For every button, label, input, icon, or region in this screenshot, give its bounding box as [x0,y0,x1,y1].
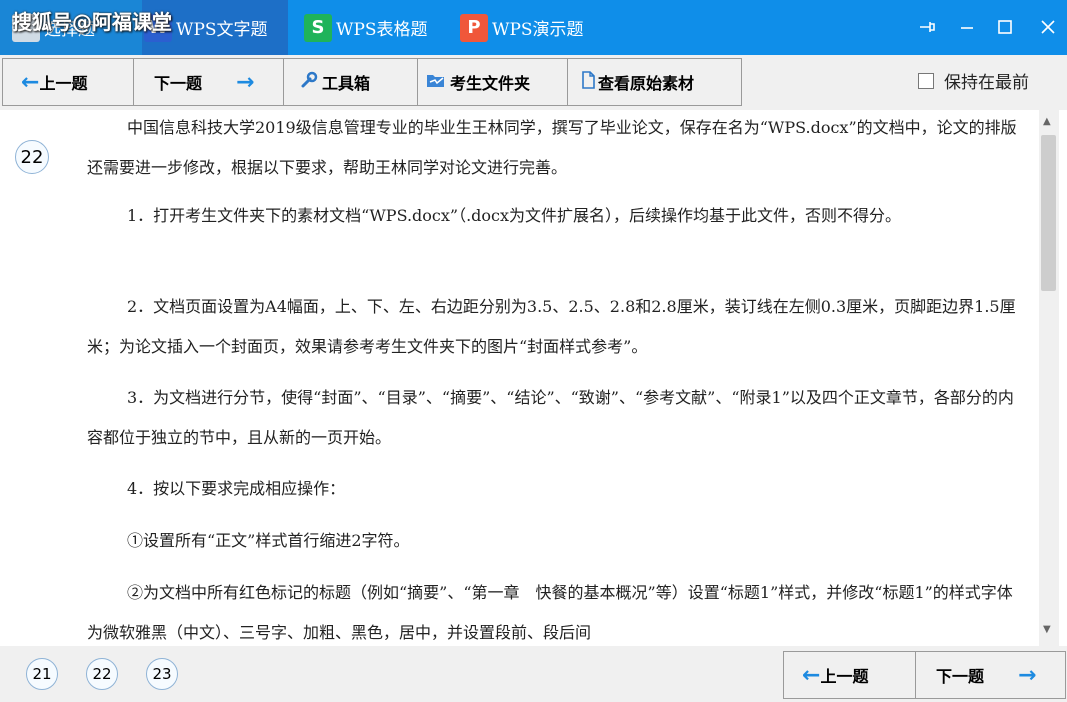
maximize-icon[interactable] [992,14,1018,40]
toolbox-button[interactable]: 工具箱 [283,58,418,106]
scrollbar-thumb[interactable] [1041,135,1056,291]
keep-on-top-label: 保持在最前 [944,73,1029,93]
folder-icon [426,72,446,92]
exam-folder-label: 考生文件夹 [450,74,531,93]
view-source-label: 查看原始素材 [598,74,695,93]
question-paragraph: 4．按以下要求完成相应操作： [127,479,346,498]
prev-label: 上一题 [39,74,88,93]
tab-label: WPS演示题 [492,20,584,40]
question-number-21[interactable]: 21 [26,658,58,690]
next-label: 下一题 [936,667,985,686]
bottom-navigation: 21 22 23 ← 上一题 下一题 → [0,646,1067,702]
bottom-next-button[interactable]: 下一题 → [915,651,1066,699]
prev-label: 上一题 [820,667,869,686]
arrow-left-icon: ← [21,69,40,95]
minimize-icon[interactable] [954,14,980,40]
question-paragraph: 1．打开考生文件夹下的素材文档“WPS.docx”（.docx为文件扩展名），后… [127,206,902,225]
keep-on-top-option[interactable]: 保持在最前 [918,68,1029,93]
question-paragraph: 中国信息科技大学2019级信息管理专业的毕业生王林同学，撰写了毕业论文，保存在名… [87,118,1017,177]
arrow-right-icon: → [1018,662,1037,688]
bottom-prev-button[interactable]: ← 上一题 [783,651,917,699]
tab-label: WPS文字题 [176,20,268,40]
wrench-icon [300,71,318,93]
wps-presentation-icon: P [460,13,488,42]
view-source-button[interactable]: 查看原始素材 [567,58,742,106]
watermark: 搜狐号@阿福课堂 [12,10,172,34]
vertical-scrollbar[interactable]: ▲ ▼ [1039,110,1059,646]
question-paragraph: 3．为文档进行分节，使得“封面”、“目录”、“摘要”、“结论”、“致谢”、“参考… [87,388,1014,447]
question-paragraph: ②为文档中所有红色标记的标题（例如“摘要”、“第一章 快餐的基本概况”等）设置“… [87,583,1013,642]
question-paragraph: ①设置所有“正文”样式首行缩进2字符。 [127,531,410,550]
pin-icon[interactable] [914,14,940,40]
prev-question-button[interactable]: ← 上一题 [2,58,134,106]
toolbox-label: 工具箱 [322,74,371,93]
arrow-right-icon: → [236,69,255,95]
toolbar: ← 上一题 下一题 → 工具箱 考生文件夹 查看原始素材 保持在最前 [0,55,1067,110]
title-bar: 选择题 W WPS文字题 S WPS表格题 P WPS演示题 搜狐号@阿福课堂 [0,0,1067,55]
arrow-left-icon: ← [802,662,821,688]
scroll-up-icon[interactable]: ▲ [1043,116,1051,127]
close-icon[interactable] [1035,14,1061,40]
question-number-badge: 22 [15,140,49,174]
question-paragraph: 2．文档页面设置为A4幅面，上、下、左、右边距分别为3.5、2.5、2.8和2.… [87,297,1016,356]
next-question-button[interactable]: 下一题 → [133,58,284,106]
next-label: 下一题 [154,74,203,93]
keep-on-top-checkbox[interactable] [918,72,934,89]
question-content: 22 中国信息科技大学2019级信息管理专业的毕业生王林同学，撰写了毕业论文，保… [0,110,1039,646]
tab-wps-presentation[interactable]: P WPS演示题 [438,0,598,55]
tab-label: WPS表格题 [336,20,428,40]
question-number-22[interactable]: 22 [86,658,118,690]
wps-spreadsheet-icon: S [304,13,332,42]
exam-folder-button[interactable]: 考生文件夹 [417,58,568,106]
question-number-23[interactable]: 23 [146,658,178,690]
scroll-down-icon[interactable]: ▼ [1043,624,1051,635]
document-icon [580,71,596,93]
tab-wps-spreadsheet[interactable]: S WPS表格题 [288,0,438,55]
